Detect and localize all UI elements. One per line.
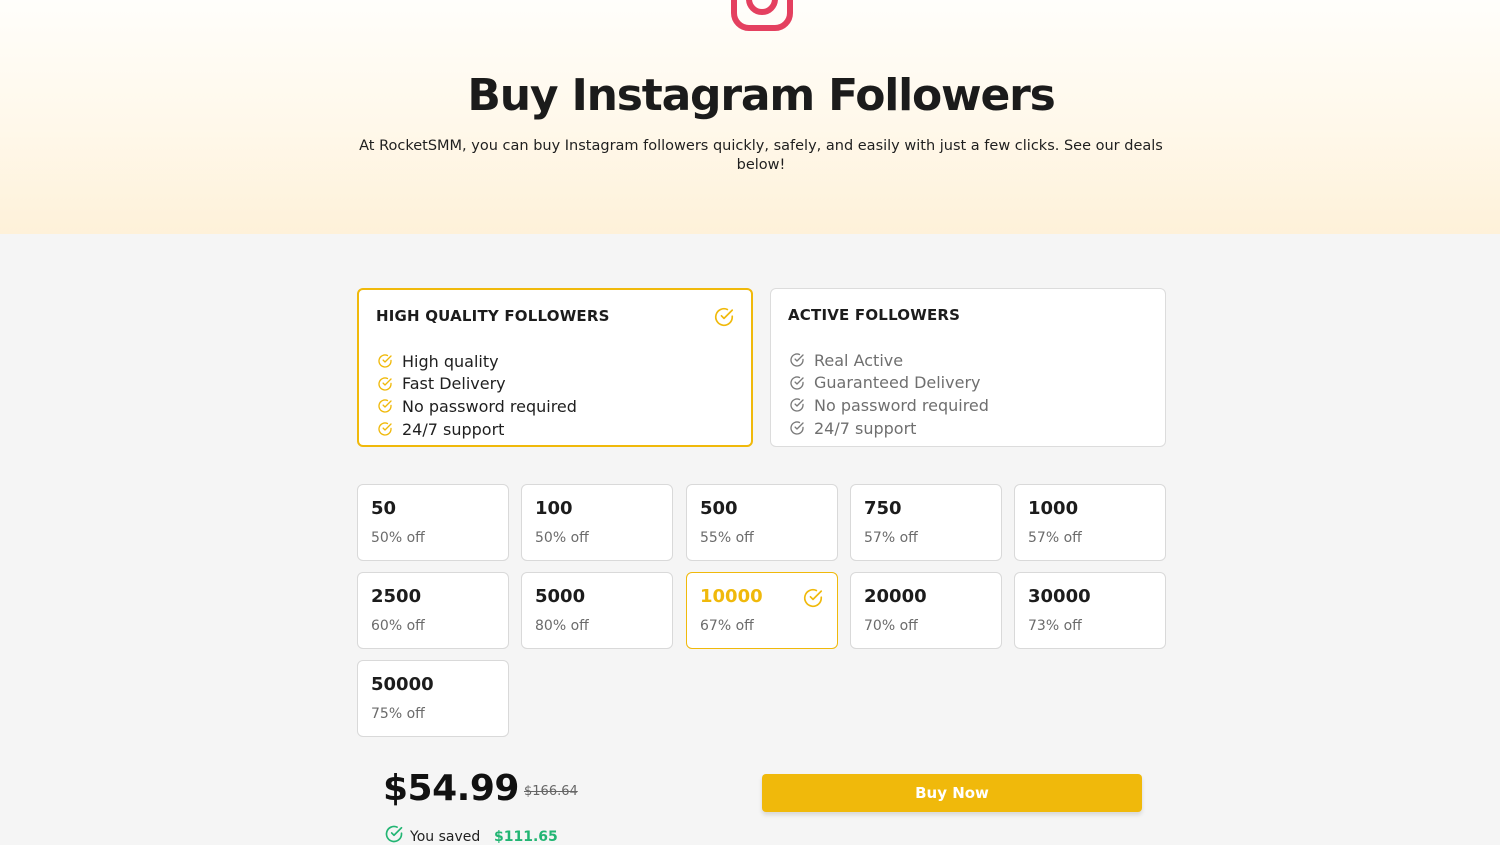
check-circle-icon <box>790 421 804 435</box>
feature-label: 24/7 support <box>814 418 917 438</box>
type-card-high-quality[interactable]: HIGH QUALITY FOLLOWERS High quality Fast… <box>357 288 753 447</box>
package-discount: 60% off <box>371 618 425 634</box>
check-circle-icon <box>790 353 804 367</box>
page-title: Buy Instagram Followers <box>467 70 1055 121</box>
feature-list: Real Active Guaranteed Delivery No passw… <box>789 349 989 439</box>
package-discount: 75% off <box>371 706 425 722</box>
type-card-active[interactable]: ACTIVE FOLLOWERS Real Active Guaranteed … <box>770 288 1166 447</box>
package-quantity: 30000 <box>1028 586 1091 607</box>
feature-label: Fast Delivery <box>402 374 506 394</box>
package-discount: 70% off <box>864 618 918 634</box>
package-option-1000[interactable]: 1000 57% off <box>1014 484 1166 561</box>
feature-label: No password required <box>814 395 989 415</box>
saved-amount: $111.65 <box>494 829 558 845</box>
check-circle-icon <box>790 376 804 390</box>
package-discount: 80% off <box>535 618 589 634</box>
hero-section: Buy Instagram Followers At RocketSMM, yo… <box>0 0 1500 234</box>
package-discount: 73% off <box>1028 618 1082 634</box>
current-price: $54.99 <box>383 768 519 809</box>
package-option-30000[interactable]: 30000 73% off <box>1014 572 1166 649</box>
check-circle-icon <box>378 377 392 391</box>
package-option-50[interactable]: 50 50% off <box>357 484 509 561</box>
package-option-500[interactable]: 500 55% off <box>686 484 838 561</box>
feature-label: No password required <box>402 396 577 416</box>
feature-label: High quality <box>402 351 499 371</box>
package-discount: 50% off <box>535 530 589 546</box>
package-quantity: 500 <box>700 498 738 519</box>
feature-list: High quality Fast Delivery No password r… <box>377 350 577 440</box>
package-quantity: 5000 <box>535 586 586 607</box>
package-discount: 57% off <box>1028 530 1082 546</box>
check-circle-icon <box>378 354 392 368</box>
check-circle-icon <box>378 422 392 436</box>
package-quantity: 750 <box>864 498 902 519</box>
package-quantity: 20000 <box>864 586 927 607</box>
feature-item: Guaranteed Delivery <box>789 372 989 395</box>
package-option-2500[interactable]: 2500 60% off <box>357 572 509 649</box>
package-quantity: 10000 <box>700 586 763 607</box>
type-card-title: HIGH QUALITY FOLLOWERS <box>376 307 610 325</box>
feature-label: Guaranteed Delivery <box>814 373 981 393</box>
package-discount: 50% off <box>371 530 425 546</box>
package-option-20000[interactable]: 20000 70% off <box>850 572 1002 649</box>
feature-item: Real Active <box>789 349 989 372</box>
feature-item: No password required <box>377 395 577 418</box>
package-option-750[interactable]: 750 57% off <box>850 484 1002 561</box>
feature-item: Fast Delivery <box>377 373 577 396</box>
feature-item: No password required <box>789 394 989 417</box>
package-quantity: 100 <box>535 498 573 519</box>
check-circle-icon <box>790 398 804 413</box>
package-quantity: 2500 <box>371 586 422 607</box>
selected-check-icon <box>803 589 823 607</box>
package-option-100[interactable]: 100 50% off <box>521 484 673 561</box>
buy-now-button[interactable]: Buy Now <box>762 774 1142 812</box>
package-option-50000[interactable]: 50000 75% off <box>357 660 509 737</box>
original-price: $166.64 <box>524 784 578 799</box>
page-subtitle: At RocketSMM, you can buy Instagram foll… <box>359 138 1163 173</box>
feature-label: 24/7 support <box>402 419 505 439</box>
saved-label: You saved <box>410 829 481 845</box>
package-quantity: 50000 <box>371 674 434 695</box>
package-option-5000[interactable]: 5000 80% off <box>521 572 673 649</box>
type-card-title: ACTIVE FOLLOWERS <box>788 306 961 324</box>
instagram-icon <box>731 0 793 31</box>
feature-label: Real Active <box>814 350 904 370</box>
feature-item: 24/7 support <box>789 417 989 440</box>
package-discount: 57% off <box>864 530 918 546</box>
feature-item: 24/7 support <box>377 418 577 441</box>
package-option-10000[interactable]: 10000 67% off <box>686 572 838 649</box>
check-circle-icon <box>385 825 403 843</box>
feature-item: High quality <box>377 350 577 373</box>
package-quantity: 50 <box>371 498 397 519</box>
check-circle-icon <box>378 399 392 414</box>
package-quantity: 1000 <box>1028 498 1079 519</box>
package-discount: 55% off <box>700 530 754 546</box>
selected-check-icon <box>714 308 734 326</box>
package-discount: 67% off <box>700 618 754 634</box>
